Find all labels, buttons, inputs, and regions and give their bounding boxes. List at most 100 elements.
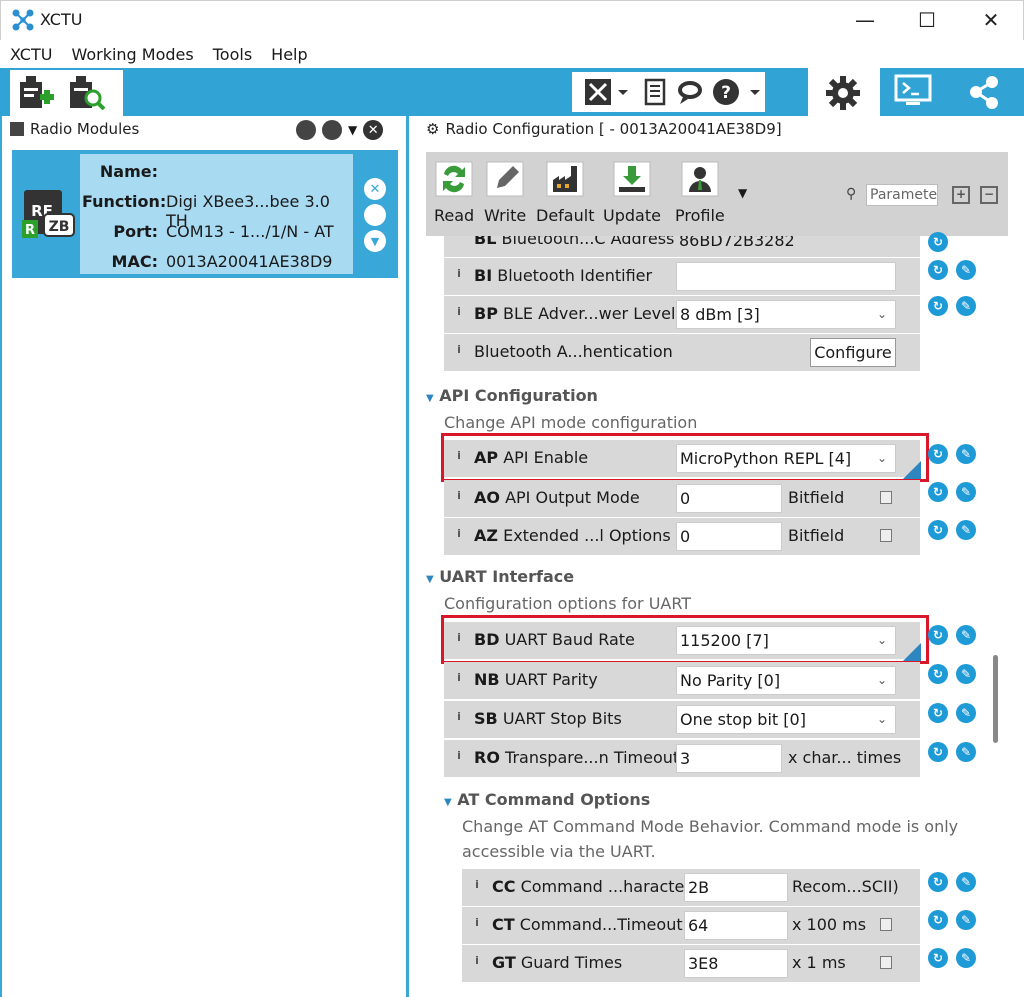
cc-input[interactable]: 2B [684,873,788,902]
nb-label: NB UART Parity [474,670,598,689]
bitfield-editor-icon[interactable] [880,491,892,504]
help-icon[interactable]: ? [712,78,762,106]
collapse-all-icon[interactable]: − [980,186,998,204]
maximize-button[interactable]: ☐ [904,6,950,34]
profile-label: Profile [675,206,725,225]
write-param-icon[interactable]: ✎ [956,872,976,892]
info-icon[interactable]: i [452,267,466,281]
scrollbar-thumb[interactable] [993,655,998,743]
write-param-icon[interactable]: ✎ [956,260,976,280]
default-button[interactable]: Default [536,160,594,225]
console-log-icon[interactable] [644,78,666,106]
chevron-down-icon: ⌄ [876,712,887,726]
read-param-icon[interactable]: ↻ [928,948,948,968]
profile-button[interactable]: Profile [675,160,725,225]
close-window-button[interactable]: ✕ [968,6,1014,34]
port-label: Port: [113,222,158,241]
refresh-icon[interactable]: ↻ [928,232,948,252]
menu-xctu[interactable]: XCTU [10,45,52,64]
highlight-box-bd [441,615,929,664]
disconnect-module-icon[interactable]: ✕ [364,178,386,200]
read-param-icon[interactable]: ↻ [928,910,948,930]
module-info: Name: Function: Digi XBee3...bee 3.0 TH P… [80,154,353,274]
read-param-icon[interactable]: ↻ [928,664,948,684]
at-section-title[interactable]: ▼ AT Command Options [444,790,650,809]
read-param-icon[interactable]: ↻ [928,482,948,502]
write-param-icon[interactable]: ✎ [956,520,976,540]
info-icon[interactable]: i [452,710,466,724]
info-icon[interactable]: i [452,343,466,357]
az-input[interactable]: 0 [676,522,782,551]
ao-input[interactable]: 0 [676,484,782,513]
write-param-icon[interactable]: ✎ [956,482,976,502]
param-row-gt: i GT Guard Times 3E8 x 1 ms [462,945,920,983]
menu-tools[interactable]: Tools [213,45,252,64]
consoles-mode-icon[interactable] [894,74,934,110]
calculator-icon[interactable] [880,918,892,931]
bi-input[interactable] [676,262,896,291]
az-label: AZ Extended ...l Options [474,526,671,545]
read-param-icon[interactable]: ↻ [928,742,948,762]
parameter-search-input[interactable]: Parameter [866,184,938,206]
info-icon[interactable]: i [470,916,484,930]
discover-devices-icon[interactable] [68,74,106,110]
network-mode-icon[interactable] [966,74,1006,110]
gt-label: GT Guard Times [492,953,623,972]
ct-actions: ↻ ✎ [928,910,976,930]
bitfield-editor-icon[interactable] [880,529,892,542]
read-button[interactable]: Read [434,160,474,225]
write-param-icon[interactable]: ✎ [956,703,976,723]
gt-input[interactable]: 3E8 [684,949,788,978]
write-param-icon[interactable]: ✎ [956,625,976,645]
info-icon[interactable]: i [452,749,466,763]
write-button[interactable]: Write [484,160,526,225]
calculator-icon[interactable] [880,956,892,969]
write-param-icon[interactable]: ✎ [956,664,976,684]
write-param-icon[interactable]: ✎ [956,444,976,464]
module-sort-icon[interactable] [322,120,342,140]
info-icon[interactable]: i [452,305,466,319]
info-icon[interactable]: i [470,878,484,892]
expand-all-icon[interactable]: + [952,186,970,204]
write-param-icon[interactable]: ✎ [956,910,976,930]
write-param-icon[interactable]: ✎ [956,948,976,968]
read-param-icon[interactable]: ↻ [928,703,948,723]
tools-icon[interactable] [584,78,628,106]
read-param-icon[interactable]: ↻ [928,444,948,464]
update-button[interactable]: Update [603,160,661,225]
add-device-icon[interactable] [18,74,56,110]
menu-working-modes[interactable]: Working Modes [71,45,193,64]
uart-section-title[interactable]: ▼ UART Interface [426,567,574,586]
write-param-icon[interactable]: ✎ [956,296,976,316]
read-param-icon[interactable]: ↻ [928,625,948,645]
ro-input[interactable]: 3 [676,744,782,773]
nb-select[interactable]: No Parity [0] ⌄ [676,666,896,695]
dropdown-arrow-icon[interactable]: ▼ [348,123,357,137]
read-param-icon[interactable]: ↻ [928,296,948,316]
bp-select[interactable]: 8 dBm [3] ⌄ [676,300,896,329]
minimize-button[interactable]: — [842,6,888,34]
ct-input[interactable]: 64 [684,911,788,940]
module-refresh-icon[interactable] [364,204,386,226]
info-icon[interactable]: i [452,489,466,503]
menu-help[interactable]: Help [271,45,307,64]
configure-button[interactable]: Configure [810,338,896,367]
read-param-icon[interactable]: ↻ [928,872,948,892]
api-section-title[interactable]: ▼ API Configuration [426,386,598,405]
read-param-icon[interactable]: ↻ [928,520,948,540]
info-icon[interactable]: i [452,671,466,685]
param-row-bluetooth-auth: i Bluetooth A...hentication Configure [444,334,920,372]
module-expand-icon[interactable]: ▼ [364,230,386,252]
profile-dropdown-icon[interactable]: ▼ [738,186,747,200]
radio-modules-header: Radio Modules [10,120,139,138]
feedback-chat-icon[interactable] [677,78,707,106]
module-list-view-icon[interactable] [296,120,316,140]
info-icon[interactable]: i [470,954,484,968]
remove-all-modules-icon[interactable]: ✕ [363,120,384,140]
info-icon[interactable]: i [452,527,466,541]
sb-select[interactable]: One stop bit [0] ⌄ [676,705,896,734]
read-param-icon[interactable]: ↻ [928,260,948,280]
ao-label: AO API Output Mode [474,488,640,507]
write-param-icon[interactable]: ✎ [956,742,976,762]
svg-text:R: R [25,223,35,238]
